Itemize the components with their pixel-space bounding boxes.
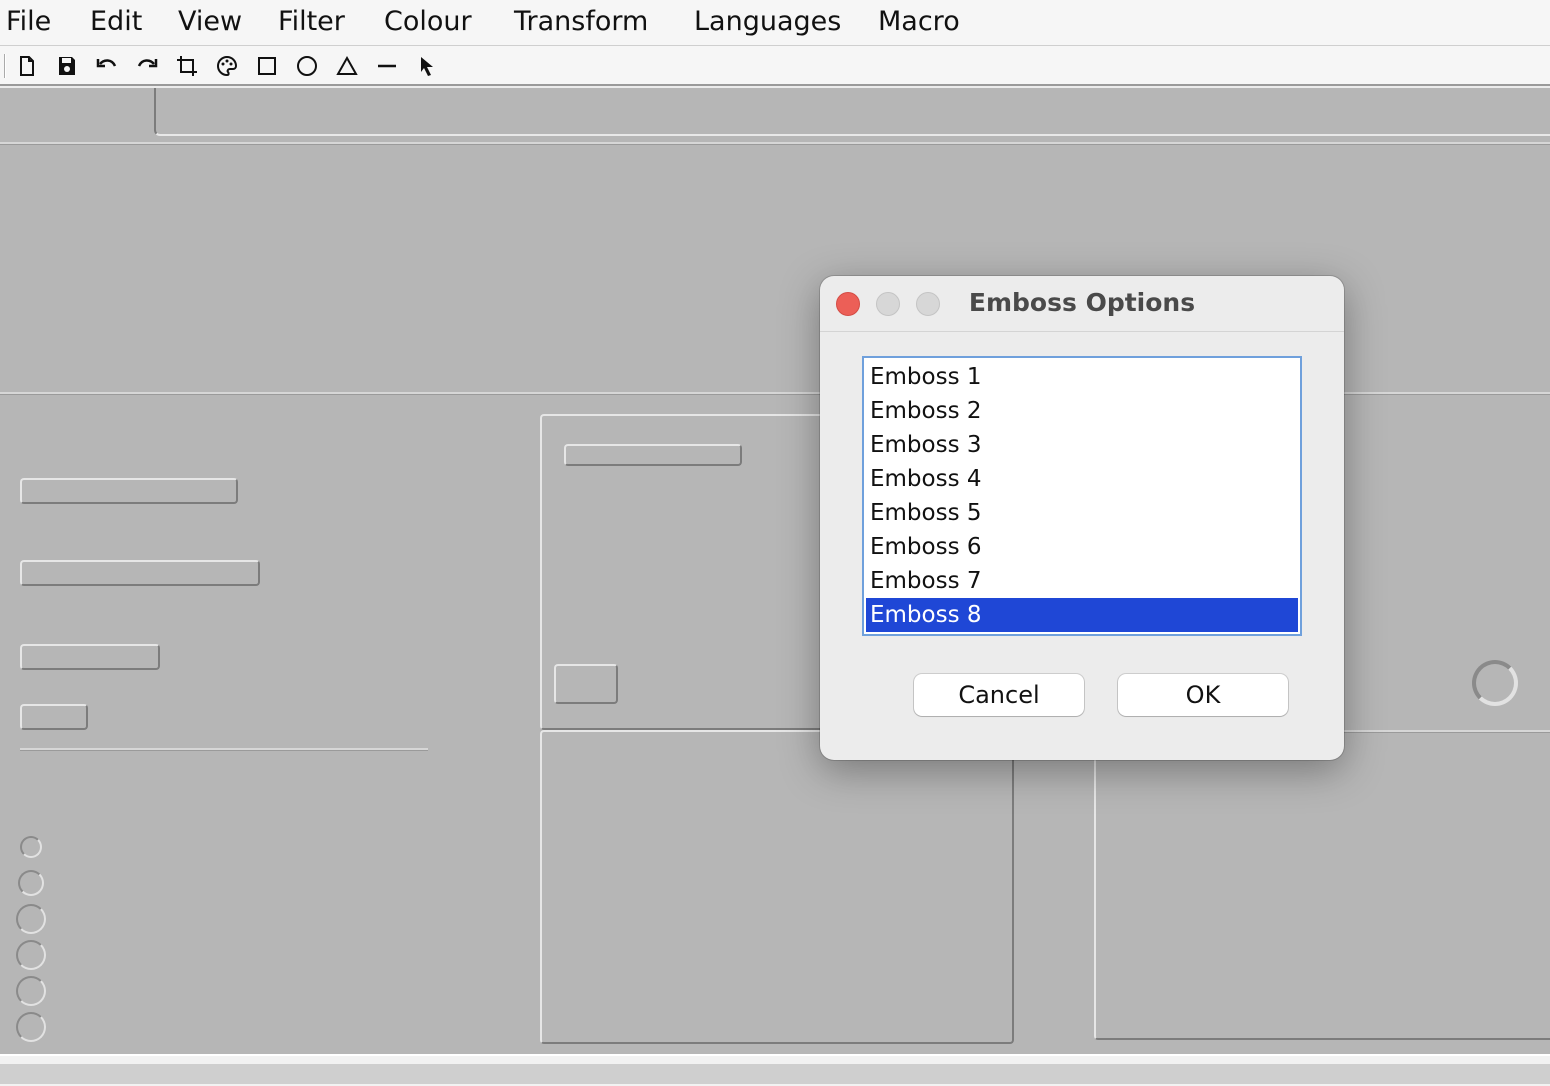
ok-button[interactable]: OK (1118, 674, 1288, 716)
cancel-button[interactable]: Cancel (914, 674, 1084, 716)
menu-macro[interactable]: Macro (878, 6, 960, 37)
list-item-emboss-6[interactable]: Emboss 6 (866, 530, 1298, 564)
embossed-field (20, 560, 260, 586)
menu-transform[interactable]: Transform (514, 6, 648, 37)
menu-filter[interactable]: Filter (278, 6, 345, 37)
horizontal-scrollbar[interactable] (0, 1064, 1550, 1084)
embossed-panel (1094, 730, 1550, 1040)
menu-bar: File Edit View Filter Colour Transform L… (0, 0, 1550, 46)
embossed-divider (1342, 730, 1550, 733)
list-item-emboss-7[interactable]: Emboss 7 (866, 564, 1298, 598)
menu-view[interactable]: View (178, 6, 242, 37)
list-item-emboss-4[interactable]: Emboss 4 (866, 462, 1298, 496)
embossed-circle (16, 976, 46, 1006)
list-item-emboss-3[interactable]: Emboss 3 (866, 428, 1298, 462)
embossed-field (564, 444, 742, 466)
embossed-divider (0, 142, 1550, 145)
redo-icon[interactable] (132, 52, 162, 80)
undo-icon[interactable] (92, 52, 122, 80)
emboss-options-list[interactable]: Emboss 1 Emboss 2 Emboss 3 Emboss 4 Embo… (862, 356, 1302, 636)
embossed-circle (16, 1012, 46, 1042)
status-strip (0, 1054, 1550, 1086)
embossed-field (20, 644, 160, 670)
new-file-icon[interactable] (12, 52, 42, 80)
embossed-circle (16, 904, 46, 934)
list-item-emboss-1[interactable]: Emboss 1 (866, 360, 1298, 394)
circle-icon[interactable] (292, 52, 322, 80)
menu-colour[interactable]: Colour (384, 6, 472, 37)
embossed-circle (20, 836, 42, 858)
palette-icon[interactable] (212, 52, 242, 80)
embossed-ring (1472, 660, 1518, 706)
embossed-panel (540, 730, 1014, 1044)
embossed-field (20, 704, 88, 730)
embossed-field (554, 664, 618, 704)
embossed-circle (18, 870, 44, 896)
triangle-icon[interactable] (332, 52, 362, 80)
list-item-emboss-8-selected[interactable]: Emboss 8 (866, 598, 1298, 632)
list-item-emboss-5[interactable]: Emboss 5 (866, 496, 1298, 530)
menu-languages[interactable]: Languages (694, 6, 841, 37)
save-icon[interactable] (52, 52, 82, 80)
menu-edit[interactable]: Edit (90, 6, 142, 37)
crop-icon[interactable] (172, 52, 202, 80)
toolbar (0, 46, 1550, 86)
toolbar-grip (4, 54, 6, 78)
embossed-header-shape (154, 88, 1550, 136)
menu-file[interactable]: File (6, 6, 51, 37)
embossed-divider (20, 748, 428, 751)
rectangle-icon[interactable] (252, 52, 282, 80)
line-icon[interactable] (372, 52, 402, 80)
embossed-circle (16, 940, 46, 970)
dialog-titlebar[interactable]: Emboss Options (820, 276, 1344, 332)
dialog-title: Emboss Options (968, 288, 1196, 317)
emboss-options-dialog: Emboss Options Emboss 1 Emboss 2 Emboss … (820, 276, 1344, 760)
pointer-icon[interactable] (412, 52, 442, 80)
embossed-field (20, 478, 238, 504)
list-item-emboss-2[interactable]: Emboss 2 (866, 394, 1298, 428)
